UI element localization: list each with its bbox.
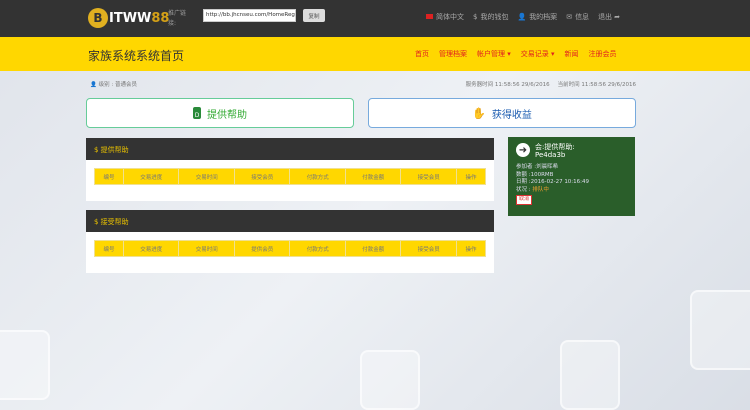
- flag-cn-icon: [426, 14, 433, 19]
- page-title: 家族系统系统首页: [88, 49, 185, 63]
- user-icon: 👤: [90, 82, 99, 88]
- user-icon: 👤: [517, 13, 527, 21]
- logo-number: 88: [151, 10, 170, 26]
- envelope-icon: ✉: [566, 13, 573, 21]
- column-header: 交易时间: [178, 168, 235, 185]
- member-level: 👤 级别 : 普通会员: [90, 80, 137, 88]
- column-header: 提供会员: [233, 240, 291, 257]
- time-info: 服务器时间 11:58:56 29/6/2016 当前时间 11:58:56 2…: [466, 80, 636, 88]
- nav-wallet[interactable]: $ 我的钱包: [473, 12, 508, 22]
- share-icon: ➦: [614, 13, 620, 21]
- member-level-text: 级别 : 普通会员: [98, 82, 137, 88]
- column-header: 付款方式: [289, 168, 346, 185]
- provide-help-table: 编号 交易进度 交易时间 接受会员 付款方式 付款金额 接受会员 操作: [94, 168, 487, 185]
- background-decoration: [360, 350, 420, 410]
- nav-profile[interactable]: 👤 我的档案: [517, 12, 557, 22]
- card-status-label: 状况 :: [516, 186, 531, 193]
- logo-coin: B: [88, 8, 108, 28]
- nav-language[interactable]: 简体中文: [426, 12, 464, 22]
- card-amount: 数额 :100RMB: [516, 171, 554, 178]
- nav-messages[interactable]: ✉ 信息: [566, 12, 589, 22]
- menu-account[interactable]: 帐户管理 ▾: [477, 49, 511, 59]
- column-header: 交易进度: [122, 168, 180, 185]
- get-income-label: 获得收益: [491, 109, 532, 121]
- receive-help-panel: $ 接受帮助 编号 交易进度 交易时间 提供会员 付款方式 付款金额 接受会员 操作: [86, 210, 494, 273]
- column-header: 接受会员: [233, 168, 291, 185]
- column-header: 付款方式: [289, 240, 346, 257]
- column-header: 接受会员: [400, 168, 457, 185]
- background-decoration: [690, 290, 750, 370]
- background-decoration: [0, 330, 50, 400]
- logo[interactable]: B ITWW 88: [88, 8, 169, 28]
- card-date: 日期 :2016-02-27 10:16:49: [516, 179, 590, 185]
- column-header: 付款金额: [344, 168, 402, 185]
- logo-text: ITWW: [109, 10, 152, 26]
- dollar-icon: $: [473, 13, 478, 21]
- server-time-label: 服务器时间: [465, 82, 494, 88]
- main-menu-bar: 家族系统系统首页 首页 管理档案 帐户管理 ▾ 交易记录 ▾ 新闻 注册会员: [0, 37, 750, 71]
- nav-label: 我的档案: [529, 13, 558, 21]
- column-header: 操作: [455, 240, 487, 257]
- get-income-button[interactable]: ✋ 获得收益: [368, 98, 636, 128]
- card-id: Pe4da3b: [535, 151, 566, 159]
- top-header: B ITWW 88 推广链接: http://bb.jhcnseu.com/Hom…: [0, 0, 750, 37]
- nav-label: 信息: [575, 13, 590, 21]
- nav-label: 简体中文: [436, 13, 464, 21]
- hand-coins-icon: ✋: [472, 106, 486, 120]
- menu-news[interactable]: 新闻: [565, 49, 579, 59]
- background-decoration: [560, 340, 620, 410]
- cancel-button[interactable]: 取消: [516, 195, 533, 205]
- referral-label: 推广链接:: [168, 10, 187, 27]
- nav-label: 退出: [598, 13, 613, 21]
- column-header: 编号: [94, 240, 124, 257]
- panel-title: $ 提供帮助: [86, 138, 494, 160]
- nav-label: 我的钱包: [480, 13, 509, 21]
- column-header: 接受会员: [400, 240, 457, 257]
- server-time: 11:58:56 29/6/2016: [494, 82, 550, 88]
- help-request-card: ➜ 会:提供帮助: Pe4da3b 参加者 :刘晨晖希 数额 :100RMB 日期…: [508, 137, 635, 216]
- menu-home[interactable]: 首页: [415, 49, 429, 59]
- menu-profile[interactable]: 管理档案: [439, 49, 467, 59]
- column-header: 操作: [455, 168, 487, 185]
- money-bag-icon: D: [193, 107, 201, 119]
- provide-help-panel: $ 提供帮助 编号 交易进度 交易时间 接受会员 付款方式 付款金额 接受会员 操作: [86, 138, 494, 201]
- column-header: 付款金额: [344, 240, 402, 257]
- column-header: 编号: [94, 168, 124, 185]
- current-time-label: 当前时间: [557, 82, 580, 88]
- provide-help-button[interactable]: D 提供帮助: [86, 98, 354, 128]
- nav-logout[interactable]: 退出 ➦: [598, 12, 623, 22]
- card-participant: 参加者 :刘晨晖希: [516, 164, 559, 170]
- arrow-right-icon: ➜: [516, 143, 530, 157]
- card-status: 排队中: [532, 186, 549, 193]
- column-header: 交易进度: [122, 240, 180, 257]
- current-time: 11:58:56 29/6/2016: [581, 82, 636, 88]
- card-title: 会:提供帮助:: [535, 143, 575, 151]
- copy-button[interactable]: 复制: [303, 9, 325, 22]
- provide-help-label: 提供帮助: [207, 109, 247, 121]
- top-nav: 简体中文 $ 我的钱包 👤 我的档案 ✉ 信息 退出 ➦: [426, 12, 623, 22]
- menu-register[interactable]: 注册会员: [589, 49, 617, 59]
- panel-title: $ 接受帮助: [86, 210, 494, 232]
- referral-url-input[interactable]: http://bb.jhcnseu.com/HomeReg: [203, 9, 296, 22]
- column-header: 交易时间: [178, 240, 235, 257]
- menu-transactions[interactable]: 交易记录 ▾: [521, 49, 555, 59]
- receive-help-table: 编号 交易进度 交易时间 提供会员 付款方式 付款金额 接受会员 操作: [94, 240, 487, 257]
